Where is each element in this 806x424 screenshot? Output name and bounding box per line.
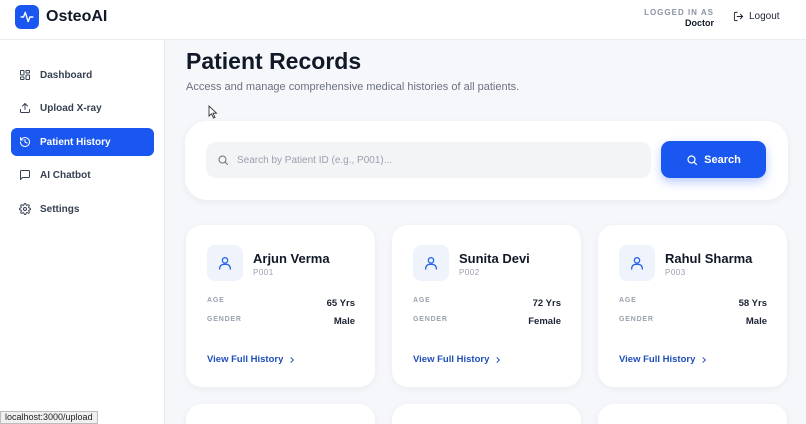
sidebar: Dashboard Upload X-ray Patient History A… [0, 40, 165, 424]
upload-icon [20, 103, 30, 113]
logout-button[interactable]: Logout [733, 11, 780, 22]
patient-card [598, 404, 787, 424]
gender-label: GENDER [207, 316, 242, 323]
age-value: 65 Yrs [326, 298, 355, 309]
logged-in-label: LOGGED IN AS [644, 8, 714, 17]
page-title: Patient Records [186, 48, 362, 74]
view-full-history-label: View Full History [619, 354, 696, 365]
mouse-cursor-icon [208, 105, 218, 119]
view-full-history-label: View Full History [207, 354, 284, 365]
patient-id-search-input[interactable] [237, 154, 637, 166]
sidebar-item-settings[interactable]: Settings [11, 195, 154, 223]
patient-card: Arjun Verma P001 AGE 65 Yrs GENDER Male … [186, 225, 375, 387]
patient-card: Sunita Devi P002 AGE 72 Yrs GENDER Femal… [392, 225, 581, 387]
patient-card [186, 404, 375, 424]
sidebar-item-label: Settings [40, 203, 80, 215]
search-button-label: Search [704, 153, 741, 166]
sidebar-item-upload-xray[interactable]: Upload X-ray [11, 94, 154, 122]
gender-value: Male [745, 316, 767, 327]
gender-value: Male [333, 316, 355, 327]
search-icon [218, 155, 228, 165]
logout-icon [733, 11, 744, 22]
grid-icon [20, 70, 30, 80]
gender-value: Female [528, 316, 561, 327]
age-label: AGE [207, 297, 225, 304]
user-role: Doctor [685, 18, 714, 28]
user-icon [619, 245, 655, 281]
search-icon [687, 154, 698, 165]
user-icon [413, 245, 449, 281]
chat-icon [20, 170, 30, 180]
history-icon [20, 137, 30, 147]
logout-label: Logout [749, 11, 780, 22]
user-icon [207, 245, 243, 281]
search-panel: Search [185, 121, 788, 200]
age-label: AGE [619, 297, 637, 304]
gender-label: GENDER [413, 316, 448, 323]
chevron-right-icon [290, 356, 295, 363]
app-name: OsteoAI [46, 8, 108, 25]
view-full-history-link[interactable]: View Full History [207, 354, 296, 365]
top-header: OsteoAI LOGGED IN AS Doctor Logout [0, 0, 806, 40]
search-button[interactable]: Search [661, 141, 766, 178]
patient-id: P002 [459, 268, 480, 277]
view-full-history-link[interactable]: View Full History [413, 354, 502, 365]
patient-name: Arjun Verma [253, 251, 330, 266]
age-value: 58 Yrs [738, 298, 767, 309]
sidebar-item-label: Upload X-ray [40, 102, 102, 114]
patient-id: P001 [253, 268, 274, 277]
patient-name: Rahul Sharma [665, 251, 753, 266]
sidebar-item-ai-chatbot[interactable]: AI Chatbot [11, 161, 154, 189]
view-full-history-link[interactable]: View Full History [619, 354, 708, 365]
patient-card: Rahul Sharma P003 AGE 58 Yrs GENDER Male… [598, 225, 787, 387]
age-value: 72 Yrs [532, 298, 561, 309]
patient-card [392, 404, 581, 424]
browser-status-url: localhost:3000/upload [0, 411, 98, 424]
sidebar-item-label: AI Chatbot [40, 169, 91, 181]
sidebar-item-label: Patient History [40, 136, 111, 148]
patient-id: P003 [665, 268, 686, 277]
page-subtitle: Access and manage comprehensive medical … [186, 81, 520, 93]
view-full-history-label: View Full History [413, 354, 490, 365]
sidebar-item-dashboard[interactable]: Dashboard [11, 61, 154, 89]
gear-icon [19, 203, 31, 215]
chevron-right-icon [702, 356, 707, 363]
logo-pulse-icon [15, 5, 39, 29]
sidebar-item-patient-history[interactable]: Patient History [11, 128, 154, 156]
gender-label: GENDER [619, 316, 654, 323]
sidebar-item-label: Dashboard [40, 69, 93, 81]
chevron-right-icon [496, 356, 501, 363]
search-field-wrapper[interactable] [206, 142, 651, 178]
patient-name: Sunita Devi [459, 251, 530, 266]
age-label: AGE [413, 297, 431, 304]
